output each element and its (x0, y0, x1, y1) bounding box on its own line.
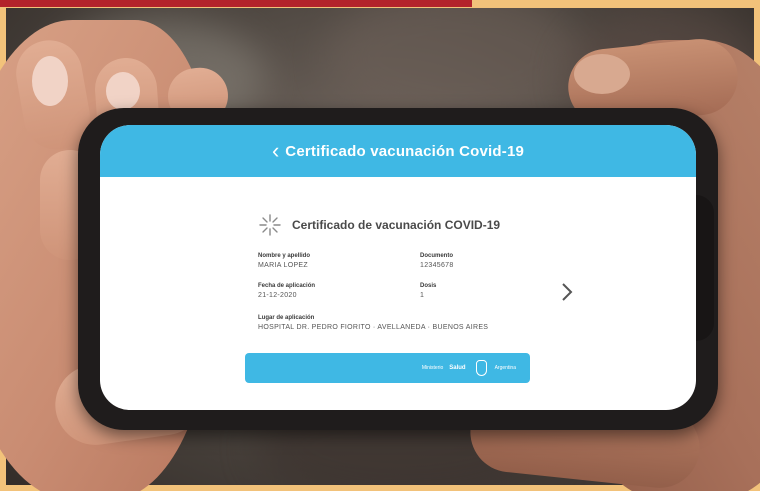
field-document: Documento 12345678 (420, 253, 454, 269)
field-value: 1 (420, 292, 425, 299)
field-label: Dosis (420, 283, 437, 289)
certificate-title: Certificado de vacunación COVID-19 (292, 218, 501, 232)
fingernail (574, 54, 630, 94)
top-border (472, 0, 760, 8)
footer-text: Ministerio (421, 365, 444, 371)
field-label: Documento (420, 253, 453, 259)
field-place: Lugar de aplicación HOSPITAL DR. PEDRO F… (258, 315, 488, 331)
fingernail (106, 72, 140, 110)
field-value: MARIA LOPEZ (258, 262, 308, 269)
footer-text: Salud (449, 365, 466, 371)
footer-text: Argentina (494, 365, 516, 371)
national-emblem-icon (475, 360, 487, 376)
field-value: HOSPITAL DR. PEDRO FIORITO · AVELLANEDA … (258, 324, 489, 331)
field-value: 12345678 (420, 262, 454, 269)
certificate-title-row: Certificado de vacunación COVID-19 (258, 213, 500, 237)
photo-scene: ‹ Certificado vacunación Covid-19 Certif… (0, 0, 760, 491)
chevron-right-icon[interactable] (560, 281, 574, 303)
field-name: Nombre y apellido MARIA LOPEZ (258, 253, 310, 269)
field-label: Lugar de aplicación (258, 315, 315, 321)
field-value: 21-12-2020 (258, 292, 297, 299)
field-label: Fecha de aplicación (258, 283, 316, 289)
phone-screen: ‹ Certificado vacunación Covid-19 Certif… (100, 125, 696, 410)
app-header: ‹ Certificado vacunación Covid-19 (100, 125, 696, 177)
chevron-left-icon[interactable]: ‹ (272, 140, 279, 162)
ministry-footer: Ministerio Salud Argentina (245, 353, 530, 383)
field-label: Nombre y apellido (258, 253, 311, 259)
field-dose: Dosis 1 (420, 283, 436, 299)
asterisk-icon (259, 214, 281, 236)
top-red-banner (0, 0, 472, 7)
fingernail (32, 56, 68, 106)
field-date: Fecha de aplicación 21-12-2020 (258, 283, 315, 299)
app-header-title: Certificado vacunación Covid-19 (285, 142, 525, 160)
